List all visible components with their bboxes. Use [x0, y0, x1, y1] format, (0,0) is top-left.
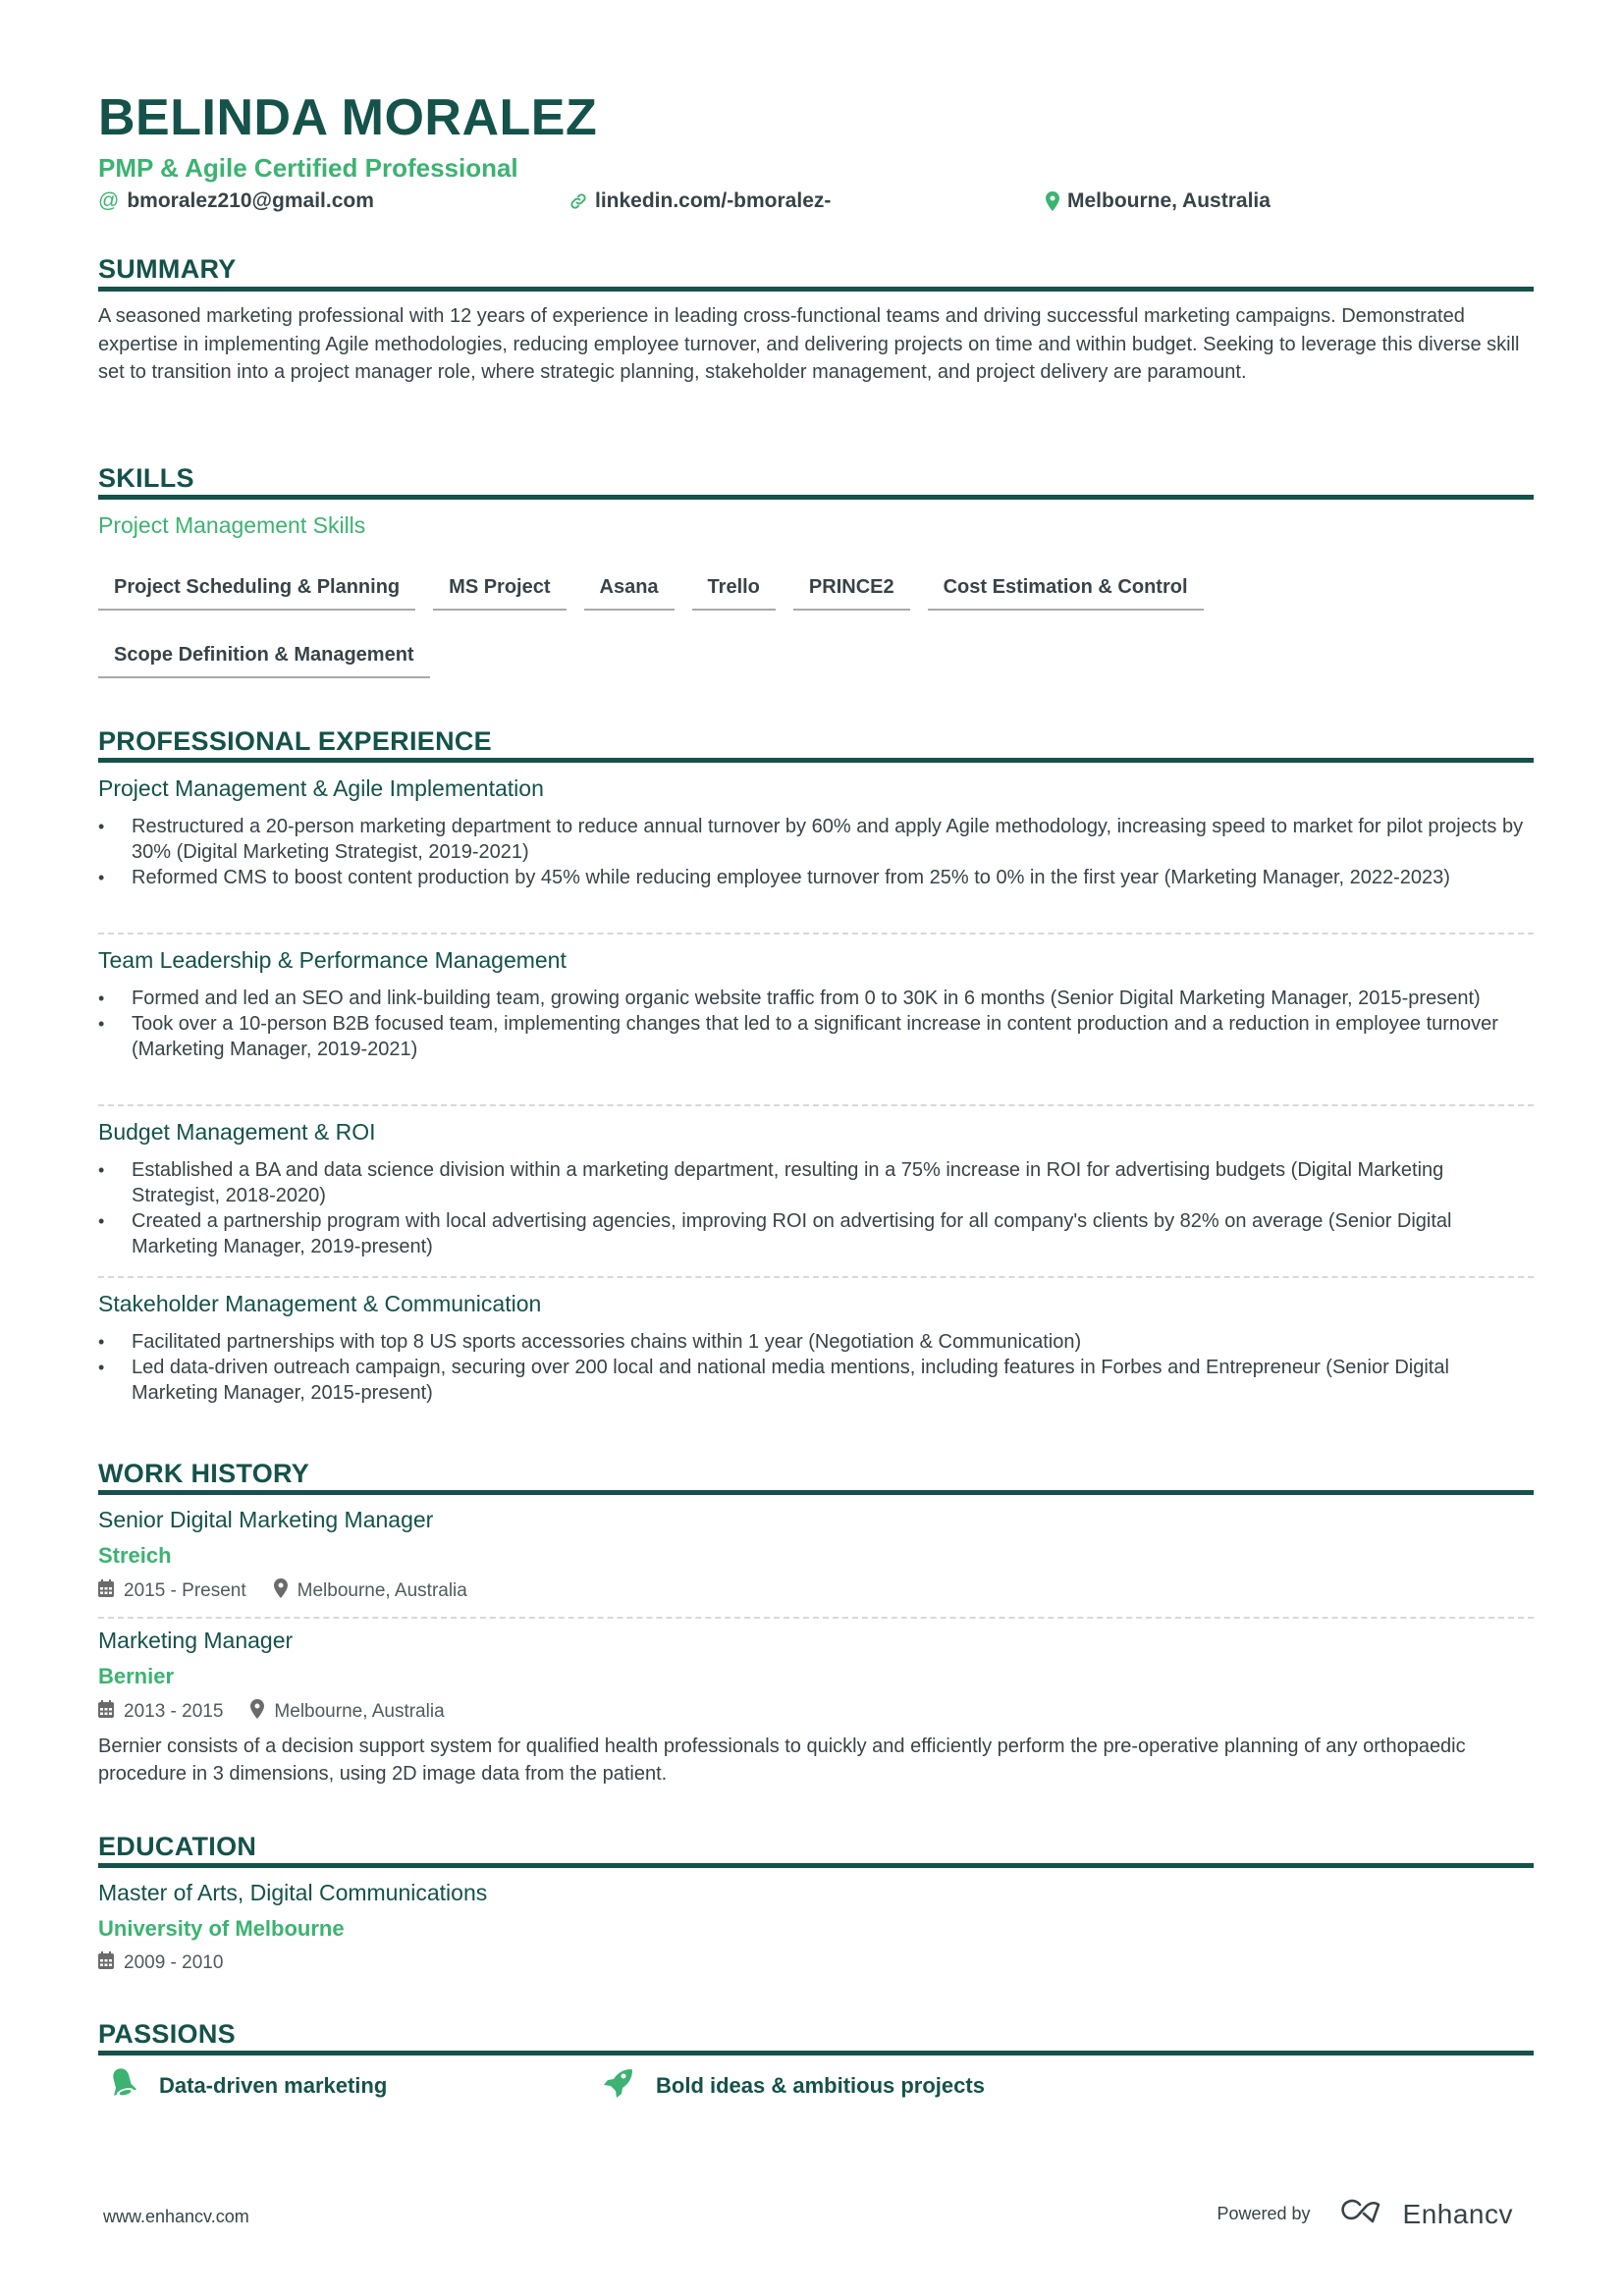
- passion-label: Data-driven marketing: [159, 2073, 388, 2098]
- experience-group-title: Team Leadership & Performance Management: [98, 947, 567, 973]
- contact-location: Melbourne, Australia: [1046, 189, 1271, 213]
- job-entry: Senior Digital Marketing Manager Streich…: [98, 1507, 1534, 1604]
- experience-group: Stakeholder Management & Communication F…: [98, 1291, 1534, 1406]
- skill-tag: Asana: [583, 562, 675, 611]
- passions-list: Data-driven marketing Bold ideas & ambit…: [98, 2066, 1534, 2106]
- job-dates: 2015 - Present: [124, 1580, 246, 1601]
- section-title-summary: SUMMARY: [98, 254, 237, 284]
- summary-text: A seasoned marketing professional with 1…: [98, 305, 1520, 383]
- candidate-headline: PMP & Agile Certified Professional: [98, 153, 518, 183]
- section-title-passions: PASSIONS: [98, 2019, 236, 2049]
- linkedin-text: linkedin.com/-bmoralez-: [595, 189, 832, 212]
- powered-by-text: Powered by: [1217, 2204, 1311, 2223]
- brand-name: Enhancv: [1402, 2198, 1513, 2229]
- job-location: Melbourne, Australia: [297, 1580, 467, 1601]
- candidate-name: BELINDA MORALEZ: [98, 89, 598, 146]
- location-text: Melbourne, Australia: [1067, 189, 1271, 212]
- email-text: bmoralez210@gmail.com: [127, 189, 374, 212]
- experience-bullet: Facilitated partnerships with top 8 US s…: [98, 1329, 1534, 1355]
- experience-bullet: Restructured a 20-person marketing depar…: [98, 814, 1534, 865]
- dashed-divider: [98, 1617, 1534, 1619]
- section-title-work-history: WORK HISTORY: [98, 1459, 310, 1488]
- passion-item: Data-driven marketing: [108, 2066, 387, 2106]
- job-dates: 2013 - 2015: [124, 1701, 224, 1722]
- contact-linkedin[interactable]: linkedin.com/-bmoralez-: [569, 189, 831, 213]
- dashed-divider: [98, 933, 1534, 934]
- job-title: Marketing Manager: [98, 1628, 294, 1653]
- job-entry: Marketing Manager Bernier 2013 - 2015 Me…: [98, 1628, 1534, 1788]
- section-title-skills: SKILLS: [98, 463, 194, 493]
- skill-tag: Scope Definition & Management: [98, 630, 430, 678]
- contact-bar: @ bmoralez210@gmail.com linkedin.com/-bm…: [98, 189, 1534, 219]
- job-description: Bernier consists of a decision support s…: [98, 1735, 1466, 1785]
- skills-list: Project Scheduling & Planning MS Project…: [98, 562, 1375, 678]
- calendar-icon: [98, 1700, 114, 1724]
- brand-logo[interactable]: Enhancv: [1338, 2197, 1513, 2231]
- skill-tag: Cost Estimation & Control: [927, 562, 1204, 611]
- bell-icon: [108, 2066, 137, 2106]
- experience-bullet: Led data-driven outreach campaign, secur…: [98, 1355, 1534, 1406]
- experience-bullet: Reformed CMS to boost content production…: [98, 865, 1534, 890]
- job-meta: 2015 - Present Melbourne, Australia: [98, 1578, 1534, 1604]
- section-title-experience: PROFESSIONAL EXPERIENCE: [98, 726, 492, 756]
- education-meta: 2009 - 2010: [98, 1951, 1534, 1975]
- skill-tag: PRINCE2: [792, 562, 910, 611]
- link-icon: [569, 192, 587, 210]
- job-title: Senior Digital Marketing Manager: [98, 1507, 434, 1532]
- section-divider: [98, 2051, 1534, 2056]
- section-title-education: EDUCATION: [98, 1832, 257, 1861]
- section-divider: [98, 287, 1534, 292]
- job-location: Melbourne, Australia: [274, 1701, 445, 1722]
- experience-group-title: Stakeholder Management & Communication: [98, 1291, 542, 1316]
- enhancv-logo-icon: [1338, 2197, 1393, 2231]
- skill-tag: Project Scheduling & Planning: [98, 562, 416, 611]
- section-divider: [98, 1490, 1534, 1495]
- job-meta: 2013 - 2015 Melbourne, Australia: [98, 1699, 1534, 1725]
- dashed-divider: [98, 1276, 1534, 1278]
- skill-group-title: Project Management Skills: [98, 512, 366, 538]
- experience-bullet: Established a BA and data science divisi…: [98, 1157, 1534, 1208]
- map-pin-icon: [250, 1699, 265, 1725]
- skill-tag: Trello: [691, 562, 776, 611]
- calendar-icon: [98, 1579, 114, 1603]
- education-entry: Master of Arts, Digital Communications U…: [98, 1880, 1534, 1975]
- company-name: Streich: [98, 1543, 172, 1568]
- experience-bullet: Created a partnership program with local…: [98, 1208, 1534, 1259]
- passion-label: Bold ideas & ambitious projects: [656, 2073, 985, 2098]
- experience-group-title: Project Management & Agile Implementatio…: [98, 775, 544, 801]
- at-icon: @: [98, 189, 120, 212]
- footer-website[interactable]: www.enhancv.com: [103, 2207, 249, 2227]
- company-name: Bernier: [98, 1664, 175, 1688]
- section-divider: [98, 1863, 1534, 1868]
- contact-email[interactable]: @ bmoralez210@gmail.com: [98, 189, 374, 213]
- section-divider: [98, 495, 1534, 500]
- section-divider: [98, 758, 1534, 763]
- experience-group: Project Management & Agile Implementatio…: [98, 775, 1534, 890]
- rocket-icon: [601, 2066, 634, 2106]
- experience-group: Budget Management & ROI Established a BA…: [98, 1119, 1534, 1259]
- experience-bullet: Formed and led an SEO and link-building …: [98, 986, 1534, 1011]
- experience-bullet: Took over a 10-person B2B focused team, …: [98, 1011, 1534, 1062]
- calendar-icon: [98, 1951, 114, 1975]
- footer-branding: Powered by Enhancv: [1217, 2197, 1513, 2231]
- passion-item: Bold ideas & ambitious projects: [601, 2066, 985, 2106]
- map-pin-icon: [273, 1578, 288, 1604]
- experience-group-title: Budget Management & ROI: [98, 1119, 376, 1145]
- skill-tag: MS Project: [433, 562, 567, 611]
- experience-group: Team Leadership & Performance Management…: [98, 947, 1534, 1062]
- school-name: University of Melbourne: [98, 1916, 345, 1941]
- degree: Master of Arts, Digital Communications: [98, 1880, 488, 1905]
- map-pin-icon: [1046, 191, 1059, 211]
- dashed-divider: [98, 1104, 1534, 1106]
- education-dates: 2009 - 2010: [124, 1952, 224, 1973]
